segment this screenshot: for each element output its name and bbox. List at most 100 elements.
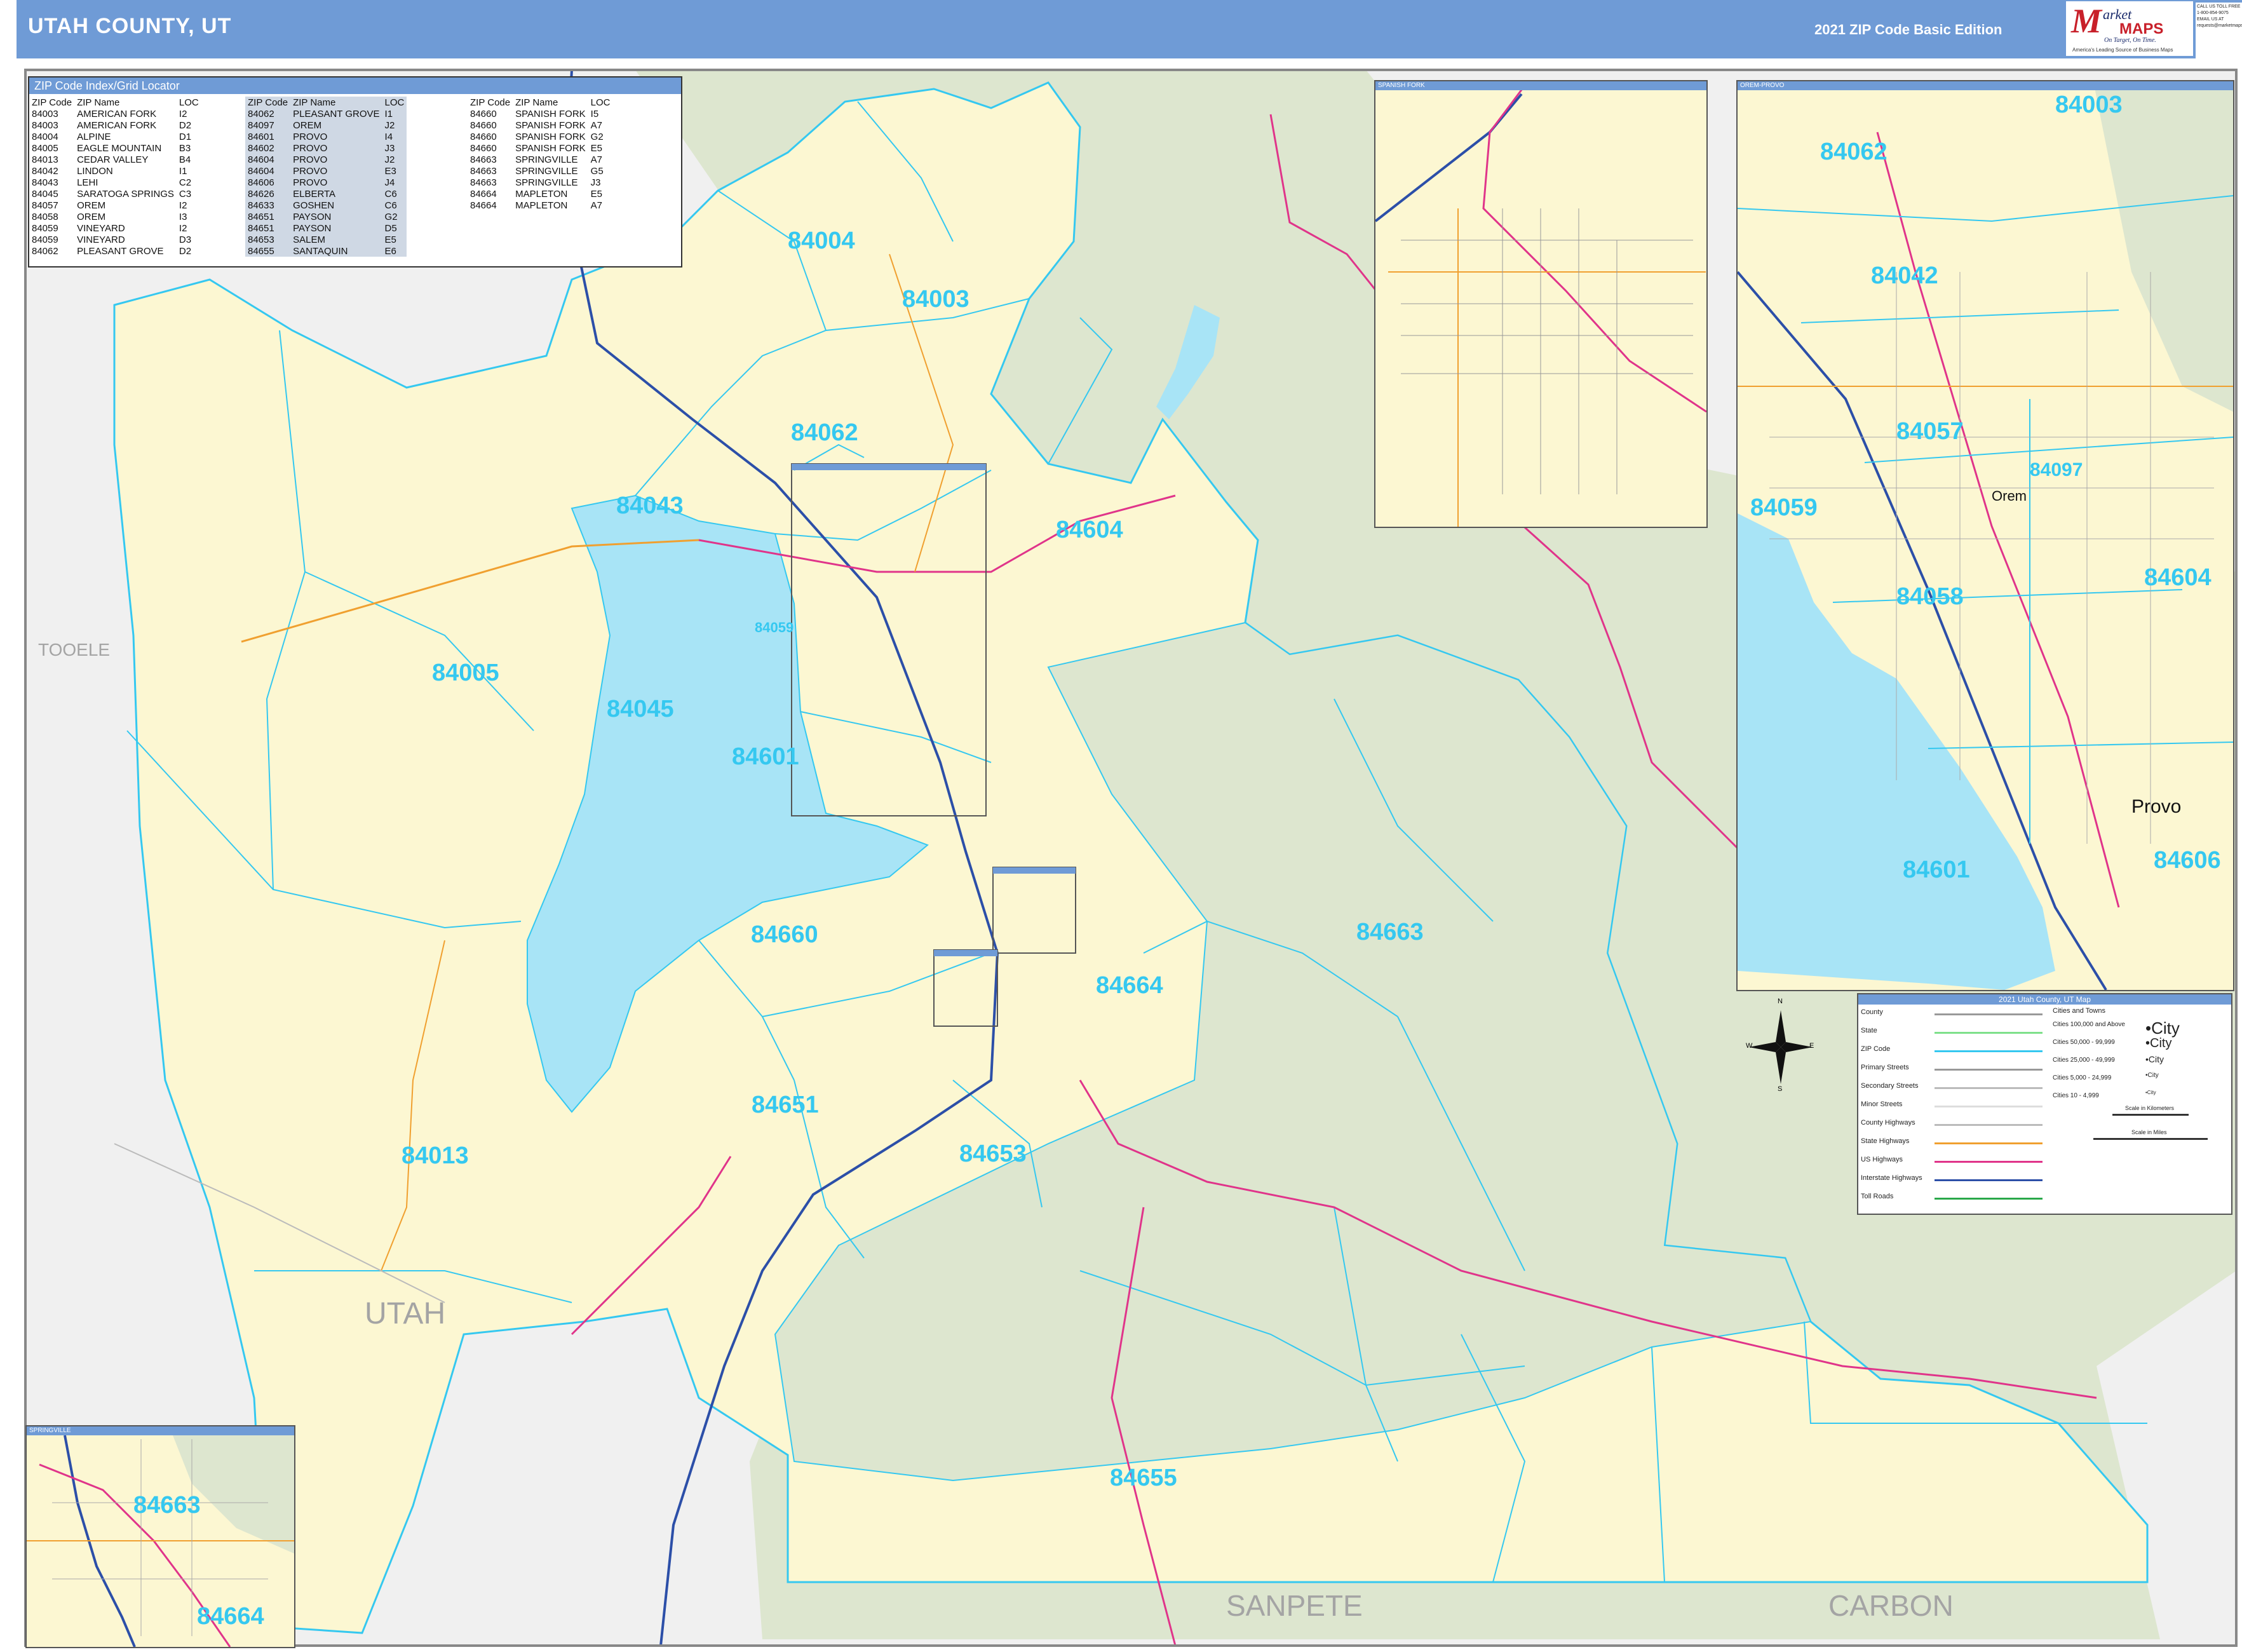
index-row: 84664 MAPLETON A7 xyxy=(470,200,603,211)
index-row: 84655 SANTAQUIN E6 xyxy=(248,245,396,257)
legend-city-sample: •City xyxy=(2145,1090,2156,1095)
zip-label: 84003 xyxy=(902,286,969,313)
index-row: 84013 CEDAR VALLEY B4 xyxy=(32,154,191,165)
zip-label: 84045 xyxy=(607,696,674,722)
legend-swatch xyxy=(1935,1013,2043,1015)
index-row: 84651 PAYSON D5 xyxy=(248,222,397,234)
index-row: 84004 ALPINE D1 xyxy=(32,131,192,142)
legend-city-class: Cities 25,000 - 49,999 xyxy=(2053,1057,2115,1064)
index-row: 84062 PLEASANT GROVE D2 xyxy=(32,245,192,257)
scale-km-bar xyxy=(2112,1114,2189,1116)
index-row: 84664 MAPLETON E5 xyxy=(470,188,603,200)
legend-city-sample: •City xyxy=(2145,1036,2172,1050)
index-row: 84660 SPANISH FORK A7 xyxy=(470,119,603,131)
city-label-orem: Orem xyxy=(1992,488,2027,504)
inset-zip-label: 84664 xyxy=(197,1603,264,1630)
legend-item: Primary Streets xyxy=(1861,1064,1909,1071)
inset-zip-label: 84042 xyxy=(1871,262,1938,289)
inset-zip-label: 84601 xyxy=(1903,856,1970,883)
index-row: 84653 SALEM E5 xyxy=(248,234,396,245)
legend-item: Interstate Highways xyxy=(1861,1174,1922,1182)
index-row: 84633 GOSHEN C6 xyxy=(248,200,397,211)
index-row: 84663 SPRINGVILLE A7 xyxy=(470,154,603,165)
zip-index-table: ZIP Code Index/Grid Locator ZIP Code ZIP … xyxy=(28,76,682,267)
zip-label: 84664 xyxy=(1096,972,1163,999)
legend-city-sample: •City xyxy=(2145,1019,2180,1038)
county-name-carbon: CARBON xyxy=(1828,1589,1954,1622)
index-row: 84663 SPRINGVILLE G5 xyxy=(470,165,604,177)
legend-swatch xyxy=(1935,1124,2043,1126)
index-row: 84660 SPANISH FORK G2 xyxy=(470,131,604,142)
scale-mi-label: Scale in Miles xyxy=(2131,1129,2167,1135)
index-row: 84043 LEHI C2 xyxy=(32,177,192,188)
legend-item: State Highways xyxy=(1861,1137,1910,1145)
legend-city-class: Cities 5,000 - 24,999 xyxy=(2053,1074,2112,1081)
index-row: 84651 PAYSON G2 xyxy=(248,211,398,222)
legend-swatch xyxy=(1935,1179,2043,1181)
index-row: 84005 EAGLE MOUNTAIN B3 xyxy=(32,142,191,154)
index-row: 84626 ELBERTA C6 xyxy=(248,188,397,200)
legend-city-class: Cities 100,000 and Above xyxy=(2053,1021,2125,1028)
index-row: 84097 OREM J2 xyxy=(248,119,395,131)
legend-swatch xyxy=(1935,1142,2043,1144)
inset-title: SPRINGVILLE xyxy=(27,1426,294,1435)
inset-zip-label: 84062 xyxy=(1820,139,1887,165)
inset-zip-label: 84003 xyxy=(2055,91,2123,118)
legend-title: 2021 Utah County, UT Map xyxy=(1858,994,2231,1005)
compass-e: E xyxy=(1809,1042,1814,1050)
zip-label: 84653 xyxy=(959,1141,1027,1167)
zip-label: 84604 xyxy=(1056,517,1123,543)
compass-s: S xyxy=(1778,1085,1783,1093)
index-row: 84057 OREM I2 xyxy=(32,200,187,211)
inset-title: OREM-PROVO xyxy=(1738,81,2233,90)
orem-provo-inset: OREM-PROVO 84003 84062 84042 84057 84097… xyxy=(1736,80,2234,991)
index-title: ZIP Code Index/Grid Locator xyxy=(29,78,681,94)
inset-zip-label: 84606 xyxy=(2154,847,2221,874)
zip-label: 84005 xyxy=(432,660,499,686)
springville-inset: SPRINGVILLE 84663 84664 xyxy=(25,1425,295,1648)
index-row: 84606 PROVO J4 xyxy=(248,177,395,188)
legend-city-class: Cities 50,000 - 99,999 xyxy=(2053,1039,2115,1046)
index-row: 84660 SPANISH FORK E5 xyxy=(470,142,603,154)
index-row: 84601 PROVO I4 xyxy=(248,131,393,142)
zip-label: 84651 xyxy=(752,1092,819,1118)
index-row: 84003 AMERICAN FORK D2 xyxy=(32,119,192,131)
legend-cities-header: Cities and Towns xyxy=(2053,1007,2105,1015)
inset-title: SPANISH FORK xyxy=(1375,81,1706,90)
index-row: 84602 PROVO J3 xyxy=(248,142,395,154)
index-row: 84062 PLEASANT GROVE I1 xyxy=(248,108,393,119)
compass-w: W xyxy=(1746,1042,1753,1050)
index-col-2: ZIP Code ZIP Name LOC 84062 PLEASANT GROVE I… xyxy=(245,97,407,257)
zip-label: 84013 xyxy=(402,1142,469,1169)
legend-item: County xyxy=(1861,1008,1883,1016)
index-row: 84058 OREM I3 xyxy=(32,211,187,222)
legend-swatch xyxy=(1935,1087,2043,1089)
legend-item: State xyxy=(1861,1027,1877,1034)
index-row: 84660 SPANISH FORK I5 xyxy=(470,108,599,119)
spanish-fork-inset: SPANISH FORK xyxy=(1374,80,1708,528)
index-row: 84042 LINDON I1 xyxy=(32,165,187,177)
legend-item: ZIP Code xyxy=(1861,1045,1891,1053)
inset-zip-label: 84058 xyxy=(1896,583,1964,610)
legend-item: Secondary Streets xyxy=(1861,1082,1919,1090)
zip-label: 84059 xyxy=(755,620,794,635)
legend-item: Toll Roads xyxy=(1861,1193,1894,1200)
legend-swatch xyxy=(1935,1050,2043,1052)
spanish-fork-inset-map xyxy=(1375,81,1706,527)
inset-zip-label: 84059 xyxy=(1750,494,1818,521)
county-name-tooele: TOOELE xyxy=(38,640,111,660)
compass-n: N xyxy=(1778,998,1783,1005)
legend-city-sample: •City xyxy=(2145,1054,2164,1064)
index-row: 84663 SPRINGVILLE J3 xyxy=(470,177,601,188)
legend-swatch xyxy=(1935,1106,2043,1107)
county-name-utah: UTAH xyxy=(365,1297,446,1330)
zip-label: 84043 xyxy=(616,492,684,519)
compass-rose: N S E W xyxy=(1746,998,1816,1093)
inset-zip-label: 84663 xyxy=(133,1492,201,1519)
index-row: 84604 PROVO J2 xyxy=(248,154,395,165)
city-label-provo: Provo xyxy=(2131,796,2182,817)
zip-label: 84660 xyxy=(751,921,818,948)
legend-swatch xyxy=(1935,1198,2043,1200)
zip-label: 84655 xyxy=(1110,1465,1177,1491)
zip-label: 84004 xyxy=(788,227,855,254)
